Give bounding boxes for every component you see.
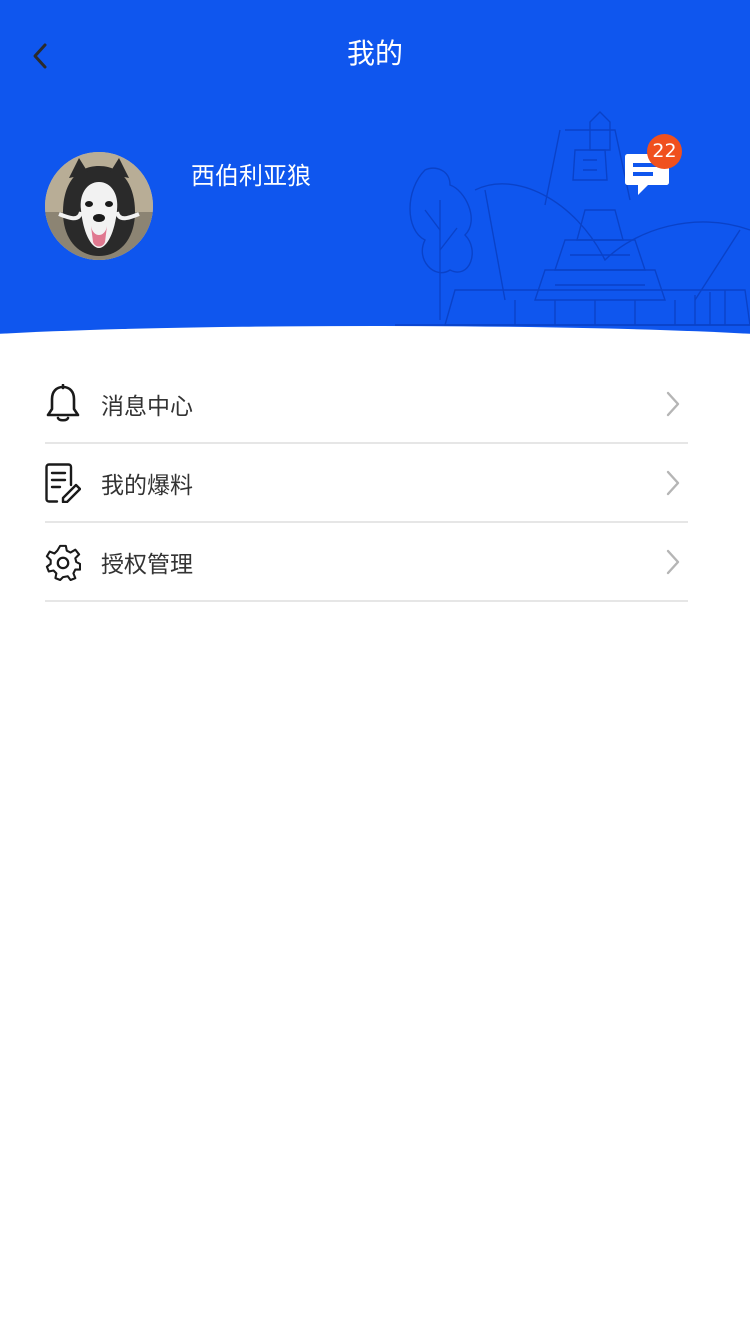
- city-landmark-illustration: [395, 111, 750, 326]
- profile-page: 我的 西伯利亚狼 22 消息中心 我的爆料 授权管理: [0, 0, 750, 1334]
- menu-item-authorization[interactable]: 授权管理: [45, 523, 688, 602]
- bell-icon: [45, 383, 81, 424]
- menu-item-my-reports[interactable]: 我的爆料: [45, 444, 688, 523]
- menu-item-label: 我的爆料: [101, 472, 193, 499]
- avatar[interactable]: [45, 152, 153, 260]
- document-edit-icon: [45, 462, 81, 503]
- gear-icon: [45, 542, 81, 582]
- menu-list: 消息中心 我的爆料 授权管理: [45, 365, 688, 602]
- profile-header: 我的 西伯利亚狼 22: [0, 0, 750, 340]
- menu-item-label: 授权管理: [101, 551, 193, 578]
- unread-badge: 22: [647, 134, 682, 169]
- chevron-right-icon: [663, 389, 683, 419]
- chevron-right-icon: [663, 547, 683, 577]
- username: 西伯利亚狼: [191, 162, 311, 190]
- husky-avatar: [45, 152, 153, 260]
- menu-item-message-center[interactable]: 消息中心: [45, 365, 688, 444]
- chevron-right-icon: [663, 468, 683, 498]
- menu-item-label: 消息中心: [101, 393, 193, 420]
- page-title: 我的: [346, 37, 403, 70]
